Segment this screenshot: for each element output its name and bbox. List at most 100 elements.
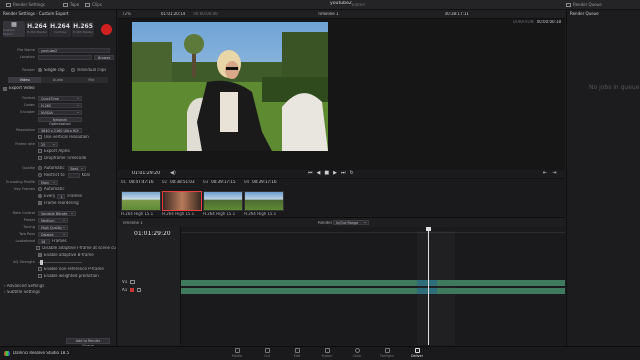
aq-strength-slider[interactable] xyxy=(38,259,82,265)
every-input[interactable]: 1 xyxy=(57,193,66,199)
render-queue-toggle[interactable]: Render Queue xyxy=(566,2,602,7)
location-input[interactable] xyxy=(38,54,92,60)
restrict-radio[interactable] xyxy=(38,173,42,178)
playhead-handle[interactable] xyxy=(426,227,431,231)
preset-dropdown[interactable]: Medium xyxy=(38,217,68,223)
export-video-checkbox[interactable] xyxy=(3,86,7,91)
adaptive-bframe-checkbox[interactable] xyxy=(38,253,42,258)
page-color[interactable]: Color xyxy=(345,348,369,358)
rate-control-label: Rate Control xyxy=(12,211,35,216)
single-clip-radio[interactable] xyxy=(38,68,42,73)
non-reference-checkbox[interactable] xyxy=(38,267,42,272)
fairlight-icon xyxy=(384,348,390,353)
clip-item[interactable]: 02 00:38:51:03 H.264 High L5.1 xyxy=(162,180,202,216)
duration-value: 00:00:00:18 xyxy=(536,20,561,24)
skip-back-icon[interactable]: ⏮ xyxy=(308,170,313,176)
preset-h264-master[interactable]: H.264 H.264 Master xyxy=(26,20,48,37)
disable-adaptive-checkbox[interactable] xyxy=(36,246,41,251)
lookahead-input[interactable]: 16 xyxy=(38,238,50,244)
cut-icon xyxy=(264,348,270,353)
timeline-name[interactable]: Timeline 1 xyxy=(122,221,143,226)
frame-rate-dropdown[interactable]: 25 xyxy=(38,141,58,147)
track-header-a1[interactable]: A1 xyxy=(122,288,142,293)
clip-item[interactable]: 03 00:39:17:15 H.264 High L5.1 xyxy=(203,180,243,216)
weighted-prediction-checkbox[interactable] xyxy=(38,274,42,279)
resolution-dropdown[interactable]: 3840 x 2160 Ultra HD xyxy=(38,127,82,133)
audio-clip-2[interactable] xyxy=(417,288,437,294)
timeline-header: Timeline 1 Render In/Out Range xyxy=(118,217,565,227)
page-cut[interactable]: Cut xyxy=(255,348,279,358)
time-ruler[interactable] xyxy=(181,227,565,233)
stop-icon[interactable]: ■ xyxy=(324,170,329,176)
tab-file[interactable]: File xyxy=(75,77,108,83)
tuning-dropdown[interactable]: High Quality xyxy=(38,224,68,230)
vertical-resolution-checkbox[interactable] xyxy=(38,135,42,140)
playhead[interactable] xyxy=(428,227,429,345)
render-range-dropdown[interactable]: In/Out Range xyxy=(333,220,369,225)
preset-h265-master[interactable]: H.265 H.265 Master xyxy=(72,20,94,37)
frame-reordering-checkbox[interactable] xyxy=(38,201,42,206)
page-edit[interactable]: Edit xyxy=(285,348,309,358)
restrict-input[interactable] xyxy=(67,172,80,178)
individual-clips-radio[interactable] xyxy=(70,68,75,73)
play-icon[interactable]: ▶ xyxy=(333,170,337,176)
render-settings-toggle[interactable]: Render Settings xyxy=(6,2,45,7)
page-media[interactable]: Media xyxy=(225,348,249,358)
codec-dropdown[interactable]: H.265 xyxy=(38,102,82,108)
adaptive-bframe-label: Enable adaptive B-frame xyxy=(44,252,94,257)
keyframes-auto-radio[interactable] xyxy=(38,187,42,192)
reverse-icon[interactable]: ◀ xyxy=(317,170,321,176)
format-dropdown[interactable]: QuickTime xyxy=(38,95,82,101)
individual-clips-label: Individual clips xyxy=(76,67,107,72)
solo-icon[interactable] xyxy=(137,288,142,293)
loop-icon[interactable]: ↻ xyxy=(349,170,353,176)
page-deliver[interactable]: Deliver xyxy=(405,348,429,358)
tab-audio[interactable]: Audio xyxy=(41,77,74,83)
browse-button[interactable]: Browse xyxy=(94,54,115,60)
zoom-level[interactable]: 72% xyxy=(122,12,131,17)
preset-custom[interactable]: ▦ Custom Export xyxy=(3,20,25,37)
skip-forward-icon[interactable]: ⏭ xyxy=(341,170,346,176)
export-alpha-checkbox[interactable] xyxy=(38,149,42,154)
keyframes-every-radio[interactable] xyxy=(38,194,42,199)
youtube-icon[interactable] xyxy=(101,24,112,36)
preset-youtube[interactable]: H.264 YouTube xyxy=(49,20,71,37)
clips-toggle[interactable]: Clips xyxy=(85,2,102,7)
quality-dropdown[interactable]: Best xyxy=(67,165,86,171)
page-fairlight[interactable]: Fairlight xyxy=(375,348,399,358)
audio-icon[interactable]: ◀) xyxy=(170,170,176,176)
video-clip-3[interactable] xyxy=(437,280,565,286)
subtitle-settings-header[interactable]: › Subtitle Settings xyxy=(0,290,116,296)
audio-clip-1[interactable] xyxy=(181,288,417,294)
file-name-input[interactable]: youtube2 xyxy=(38,47,110,53)
resolve-logo-icon xyxy=(4,351,10,356)
video-clip-1[interactable] xyxy=(181,280,417,286)
dropframe-checkbox[interactable] xyxy=(38,156,42,161)
mute-icon[interactable] xyxy=(130,288,135,293)
viewer-timeline-name[interactable]: Timeline 1 xyxy=(318,12,339,17)
quality-automatic-radio[interactable] xyxy=(38,166,42,171)
encoding-profile-dropdown[interactable]: Main xyxy=(38,179,58,185)
slider-handle[interactable] xyxy=(40,259,43,265)
rate-control-dropdown[interactable]: Variable Bitrate xyxy=(38,210,76,216)
clip-timecode: 00:39:17:15 xyxy=(211,180,236,184)
audio-clip-3[interactable] xyxy=(437,288,565,294)
clip-item[interactable]: 01 00:47:47:16 H.264 High L5.1 xyxy=(121,180,161,216)
tab-video[interactable]: Video xyxy=(8,76,42,83)
clip-item[interactable]: 04 00:39:17:16 H.264 High L5.1 xyxy=(244,180,284,216)
clip-thumbnail xyxy=(203,190,243,211)
add-to-render-queue-button[interactable]: Add to Render Queue xyxy=(66,338,110,348)
network-optimization-button[interactable]: Network Optimization xyxy=(38,116,82,126)
mark-out-icon[interactable]: ⇥ xyxy=(552,170,556,176)
kbs-label: Kb/s xyxy=(81,172,91,177)
encoding-profile-label: Encoding Profile xyxy=(6,180,35,185)
panel-icon xyxy=(6,2,11,7)
encoder-dropdown[interactable]: NVIDIA xyxy=(38,109,82,115)
weighted-prediction-label: Enable weighted prediction xyxy=(44,273,99,278)
tape-toggle[interactable]: Tape xyxy=(62,2,79,7)
page-fusion[interactable]: Fusion xyxy=(315,348,339,358)
video-clip-2[interactable] xyxy=(417,280,437,286)
mark-in-icon[interactable]: ⇤ xyxy=(543,170,547,176)
track-header-v1[interactable]: V1 xyxy=(122,280,136,285)
two-pass-dropdown[interactable]: Disable xyxy=(38,231,68,237)
